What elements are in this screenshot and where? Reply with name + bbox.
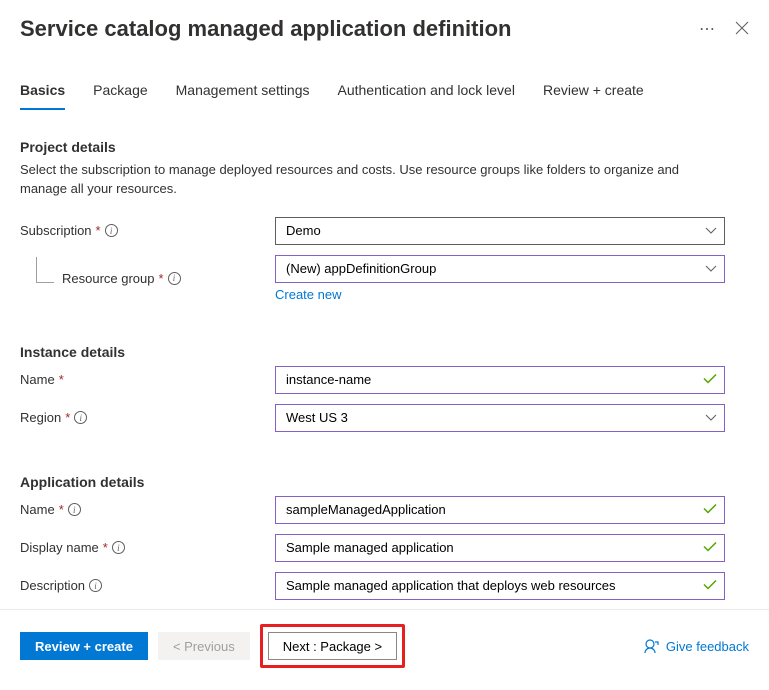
resource-group-label: Resource group* i bbox=[20, 271, 275, 286]
project-details-desc: Select the subscription to manage deploy… bbox=[20, 161, 700, 199]
instance-name-input[interactable] bbox=[275, 366, 725, 394]
instance-details-heading: Instance details bbox=[20, 344, 749, 360]
info-icon[interactable]: i bbox=[112, 541, 125, 554]
project-details-heading: Project details bbox=[20, 139, 749, 155]
subscription-select[interactable] bbox=[275, 217, 725, 245]
feedback-icon bbox=[644, 638, 660, 654]
instance-name-label: Name* bbox=[20, 372, 275, 387]
previous-button: < Previous bbox=[158, 632, 250, 660]
info-icon[interactable]: i bbox=[68, 503, 81, 516]
tab-bar: Basics Package Management settings Authe… bbox=[0, 74, 769, 111]
info-icon[interactable]: i bbox=[89, 579, 102, 592]
application-details-heading: Application details bbox=[20, 474, 749, 490]
close-icon[interactable] bbox=[735, 21, 749, 38]
region-label: Region* i bbox=[20, 410, 275, 425]
tab-management[interactable]: Management settings bbox=[176, 74, 310, 110]
info-icon[interactable]: i bbox=[105, 224, 118, 237]
review-create-button[interactable]: Review + create bbox=[20, 632, 148, 660]
app-name-input[interactable] bbox=[275, 496, 725, 524]
tab-basics[interactable]: Basics bbox=[20, 74, 65, 110]
more-icon[interactable]: ⋯ bbox=[695, 19, 719, 39]
tree-connector-icon bbox=[36, 257, 54, 283]
highlight-box: Next : Package > bbox=[260, 624, 405, 668]
display-name-label: Display name* i bbox=[20, 540, 275, 555]
tab-auth[interactable]: Authentication and lock level bbox=[338, 74, 515, 110]
next-package-button[interactable]: Next : Package > bbox=[268, 632, 397, 660]
display-name-input[interactable] bbox=[275, 534, 725, 562]
page-title: Service catalog managed application defi… bbox=[20, 16, 511, 42]
tab-review[interactable]: Review + create bbox=[543, 74, 644, 110]
info-icon[interactable]: i bbox=[74, 411, 87, 424]
give-feedback-link[interactable]: Give feedback bbox=[644, 638, 749, 654]
description-input[interactable] bbox=[275, 572, 725, 600]
resource-group-select[interactable] bbox=[275, 255, 725, 283]
app-name-label: Name* i bbox=[20, 502, 275, 517]
region-select[interactable] bbox=[275, 404, 725, 432]
tab-package[interactable]: Package bbox=[93, 74, 147, 110]
info-icon[interactable]: i bbox=[168, 272, 181, 285]
subscription-label: Subscription* i bbox=[20, 223, 275, 238]
description-label: Description i bbox=[20, 578, 275, 593]
create-new-link[interactable]: Create new bbox=[275, 287, 341, 302]
